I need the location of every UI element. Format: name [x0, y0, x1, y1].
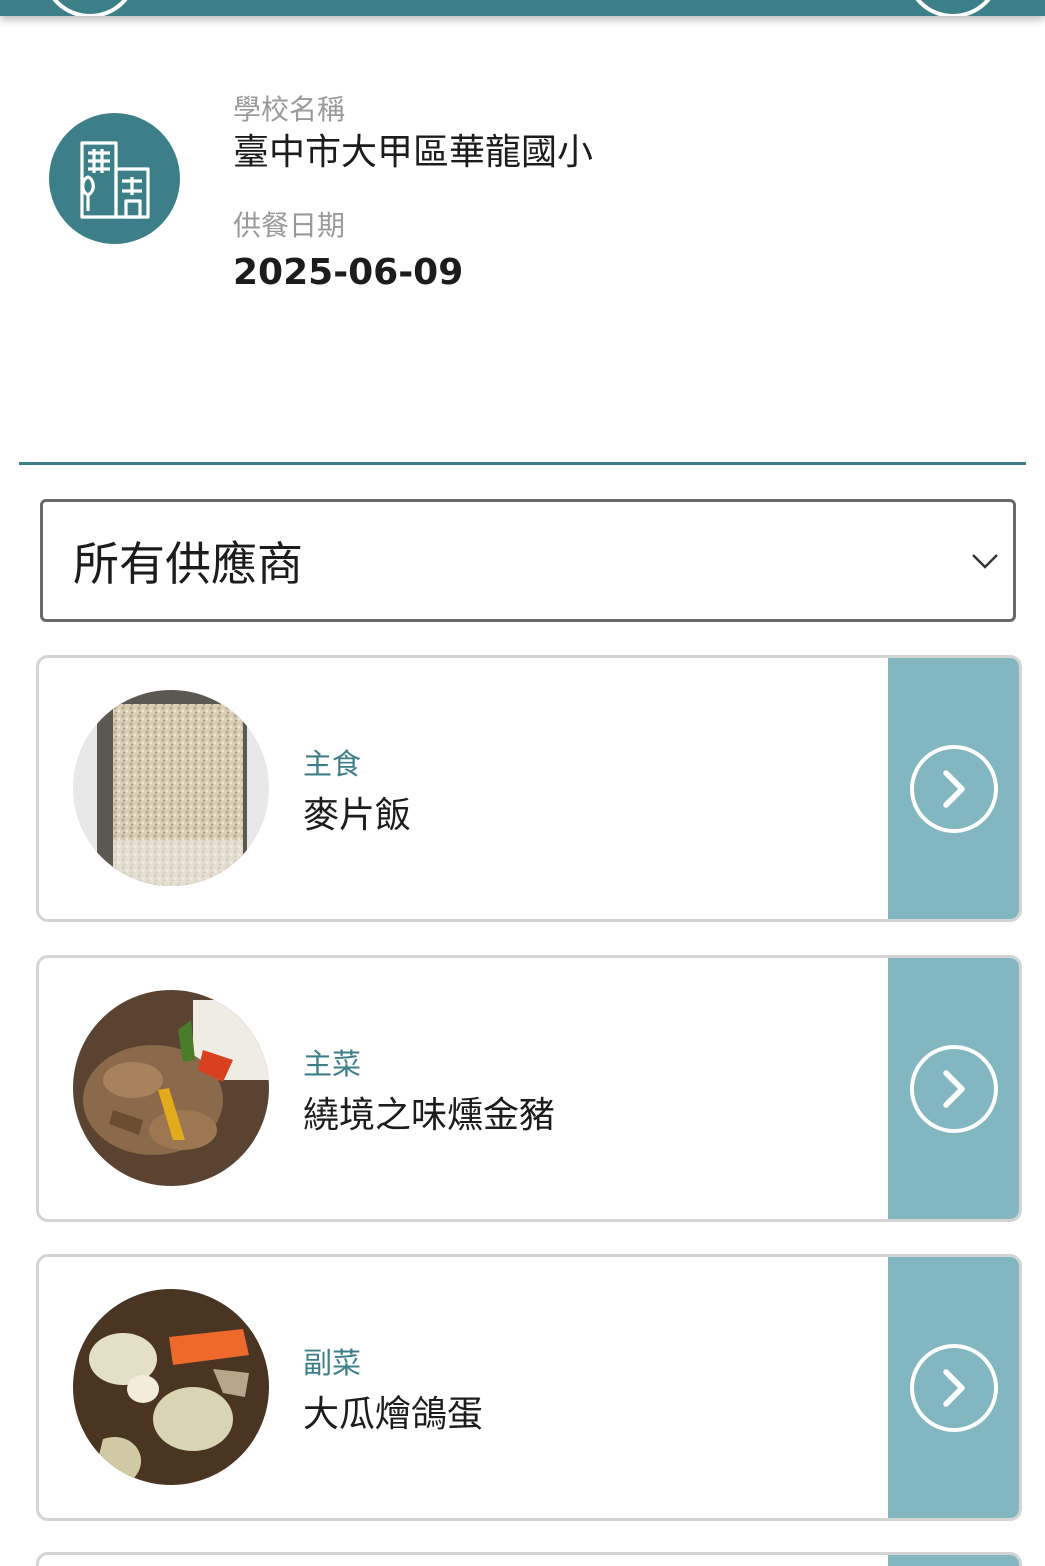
dish-card[interactable]: 副菜 大瓜燴鴿蛋 — [36, 1254, 1022, 1521]
dish-name: 麥片飯 — [303, 795, 412, 836]
chevron-down-icon — [972, 554, 998, 569]
smoked-pork-photo — [73, 990, 269, 1186]
dish-card[interactable]: 主食 麥片飯 — [36, 655, 1022, 922]
dish-name: 大瓜燴鴿蛋 — [303, 1394, 484, 1435]
school-name: 臺中市大甲區華龍國小 — [233, 132, 594, 173]
dish-text: 主菜 繞境之味燻金豬 — [303, 1044, 555, 1144]
chevron-right-icon — [909, 1343, 998, 1432]
dish-text: 副菜 大瓜燴鴿蛋 — [303, 1343, 483, 1443]
dish-detail-button[interactable] — [888, 1555, 1019, 1566]
dish-detail-button[interactable] — [888, 1257, 1019, 1518]
supplier-select[interactable]: 所有供應商 — [40, 499, 1016, 622]
dish-card[interactable] — [36, 1552, 1022, 1566]
menu-button[interactable] — [905, 0, 1001, 16]
dish-name: 繞境之味燻金豬 — [303, 1095, 556, 1136]
dish-detail-button[interactable] — [888, 958, 1019, 1219]
serve-date: 2025-06-09 — [233, 252, 464, 293]
serve-date-label: 供餐日期 — [233, 209, 346, 242]
chevron-right-icon — [909, 1044, 998, 1133]
oat-rice-photo — [73, 690, 269, 886]
dish-category: 副菜 — [303, 1346, 362, 1380]
melon-quail-egg-photo — [73, 1289, 269, 1485]
chevron-right-icon — [909, 744, 998, 833]
school-lunch-page: 學校名稱 臺中市大甲區華龍國小 供餐日期 2025-06-09 所有供應商 主食… — [0, 0, 1045, 1566]
school-name-label: 學校名稱 — [233, 93, 346, 126]
dish-category: 主菜 — [303, 1047, 362, 1081]
dish-text: 主食 麥片飯 — [303, 744, 411, 844]
dish-category: 主食 — [303, 747, 362, 781]
supplier-select-value: 所有供應商 — [73, 536, 303, 591]
school-info: 學校名稱 臺中市大甲區華龍國小 供餐日期 2025-06-09 — [233, 92, 593, 298]
section-divider — [19, 462, 1026, 465]
dish-detail-button[interactable] — [888, 658, 1019, 919]
dish-card[interactable]: 主菜 繞境之味燻金豬 — [36, 955, 1022, 1222]
top-bar — [0, 0, 1045, 16]
back-button[interactable] — [42, 0, 138, 16]
building-icon — [49, 113, 180, 244]
